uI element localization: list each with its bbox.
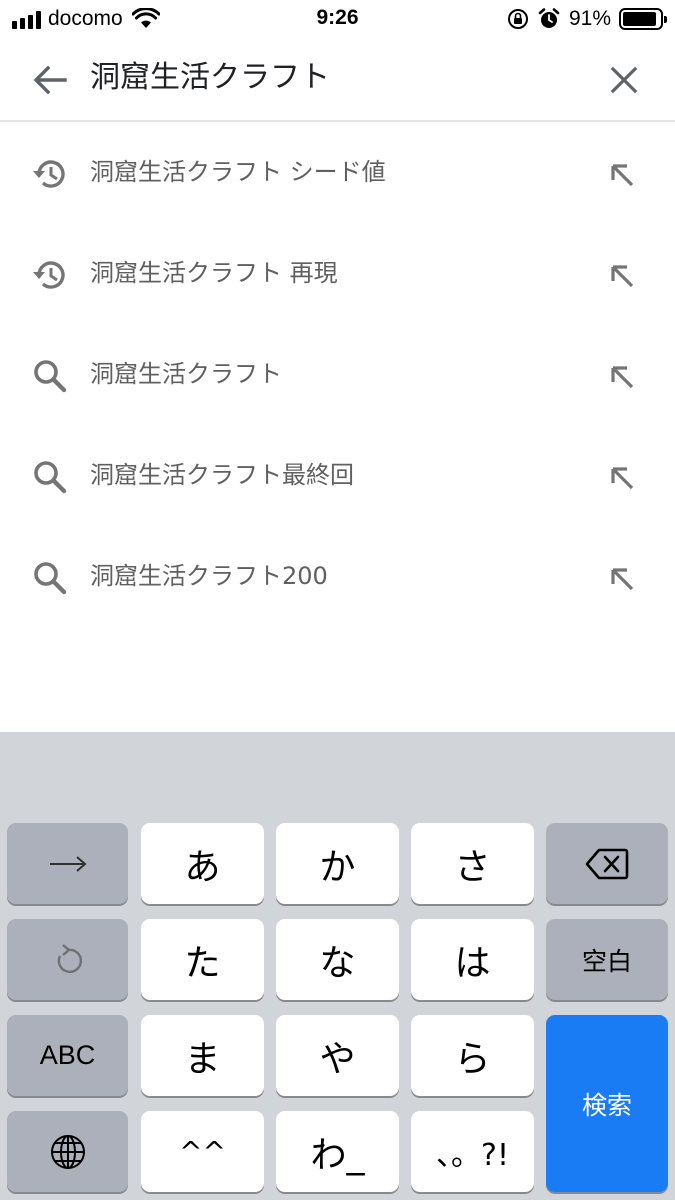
suggestion-text: 洞窟生活クラフト シード値: [90, 158, 386, 186]
suggestion-item[interactable]: 洞窟生活クラフト最終回: [0, 425, 675, 526]
key-ha[interactable]: は: [411, 919, 534, 1000]
suggestion-text: 洞窟生活クラフト200: [90, 562, 328, 590]
arrow-up-left-icon: [611, 366, 634, 389]
battery-icon: [619, 8, 667, 30]
arrow-up-left-icon: [611, 265, 634, 288]
undo-icon: [57, 943, 82, 973]
key-ma[interactable]: ま: [141, 1015, 264, 1096]
abc-key[interactable]: ABC: [7, 1015, 128, 1096]
suggestion-item[interactable]: 洞窟生活クラフト 再現: [0, 223, 675, 324]
arrow-right-icon: [49, 855, 87, 872]
fill-query-button[interactable]: [605, 562, 639, 596]
key-na[interactable]: な: [276, 919, 399, 1000]
status-bar: docomo 9:26 91%: [0, 0, 675, 40]
close-icon: [610, 66, 638, 94]
kana-keyboard: あ か さ た な は 空白 ABC ま や ら 検索 ^^ わ_ 、。?!: [0, 732, 675, 1200]
arrow-up-left-icon: [611, 164, 634, 187]
search-icon: [34, 562, 67, 595]
suggestion-text: 洞窟生活クラフト 再現: [90, 259, 338, 287]
suggestion-item[interactable]: 洞窟生活クラフト: [0, 324, 675, 425]
delete-key[interactable]: [546, 823, 668, 904]
arrow-left-icon: [33, 65, 67, 95]
alarm-icon: [538, 8, 560, 28]
clear-search-button[interactable]: [601, 60, 647, 100]
search-header: 洞窟生活クラフト: [0, 40, 675, 122]
history-icon: [33, 261, 65, 289]
backspace-icon: [585, 848, 629, 879]
suggestion-item[interactable]: 洞窟生活クラフト シード値: [0, 122, 675, 223]
key-ta[interactable]: た: [141, 919, 264, 1000]
arrow-up-left-icon: [611, 467, 634, 490]
key-ka[interactable]: か: [276, 823, 399, 904]
undo-key[interactable]: [7, 919, 128, 1000]
key-ra[interactable]: ら: [411, 1015, 534, 1096]
suggestion-text: 洞窟生活クラフト: [90, 360, 282, 388]
rotation-lock-icon: [507, 9, 528, 29]
fill-query-button[interactable]: [605, 461, 639, 495]
search-icon: [34, 461, 67, 494]
history-icon: [33, 160, 65, 188]
fill-query-button[interactable]: [605, 360, 639, 394]
globe-key[interactable]: [7, 1111, 128, 1192]
suggestion-item[interactable]: 洞窟生活クラフト200: [0, 526, 675, 627]
arrow-up-left-icon: [611, 568, 634, 591]
globe-icon: [50, 1134, 85, 1169]
fill-query-button[interactable]: [605, 259, 639, 293]
key-sa[interactable]: さ: [411, 823, 534, 904]
key-ya[interactable]: や: [276, 1015, 399, 1096]
fill-query-button[interactable]: [605, 158, 639, 192]
battery-fill: [623, 12, 656, 26]
suggestion-text: 洞窟生活クラフト最終回: [90, 461, 354, 489]
search-input[interactable]: 洞窟生活クラフト: [90, 56, 330, 100]
key-emoticon[interactable]: ^^: [141, 1111, 264, 1192]
search-icon: [34, 360, 67, 393]
space-key[interactable]: 空白: [546, 919, 668, 1000]
status-right: 91%: [507, 6, 667, 32]
key-wa[interactable]: わ_: [276, 1111, 399, 1192]
key-a[interactable]: あ: [141, 823, 264, 904]
battery-percent: 91%: [568, 7, 611, 30]
search-key[interactable]: 検索: [546, 1015, 668, 1192]
back-button[interactable]: [26, 60, 74, 100]
next-candidate-key[interactable]: [7, 823, 128, 904]
suggestion-list: 洞窟生活クラフト シード値 洞窟生活クラフト 再現 洞窟生活クラフト 洞窟生活ク…: [0, 122, 675, 627]
key-punctuation[interactable]: 、。?!: [411, 1111, 534, 1192]
